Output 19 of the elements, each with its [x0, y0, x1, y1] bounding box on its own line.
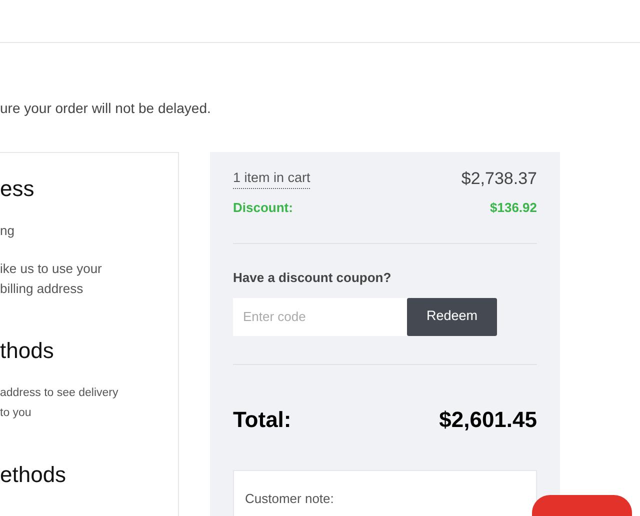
section-heading: thods	[0, 337, 55, 365]
coupon-field[interactable]: Enter code	[233, 298, 407, 336]
notice-text: ure your order will not be delayed.	[0, 99, 212, 118]
redeem-button[interactable]: Redeem	[407, 298, 497, 336]
discount-label: Discount:	[233, 198, 293, 216]
subtotal-amount: $2,738.37	[461, 168, 537, 190]
discount-amount: $136.92	[490, 198, 537, 216]
coupon-label: Have a discount coupon?	[233, 269, 392, 287]
section-text: to you	[0, 406, 32, 421]
section-text: ng	[0, 222, 16, 240]
section-text: ike us to use your	[0, 260, 103, 278]
total-label: Total:	[233, 406, 292, 434]
section-heading: ess	[0, 175, 36, 203]
cart-link[interactable]: 1 item in cart	[233, 168, 310, 190]
section-heading: ethods	[0, 461, 68, 489]
section-text: billing address	[0, 280, 84, 298]
section-text: address to see delivery	[0, 386, 120, 401]
note-label: Customer note:	[245, 490, 334, 506]
total-amount: $2,601.45	[439, 406, 537, 434]
